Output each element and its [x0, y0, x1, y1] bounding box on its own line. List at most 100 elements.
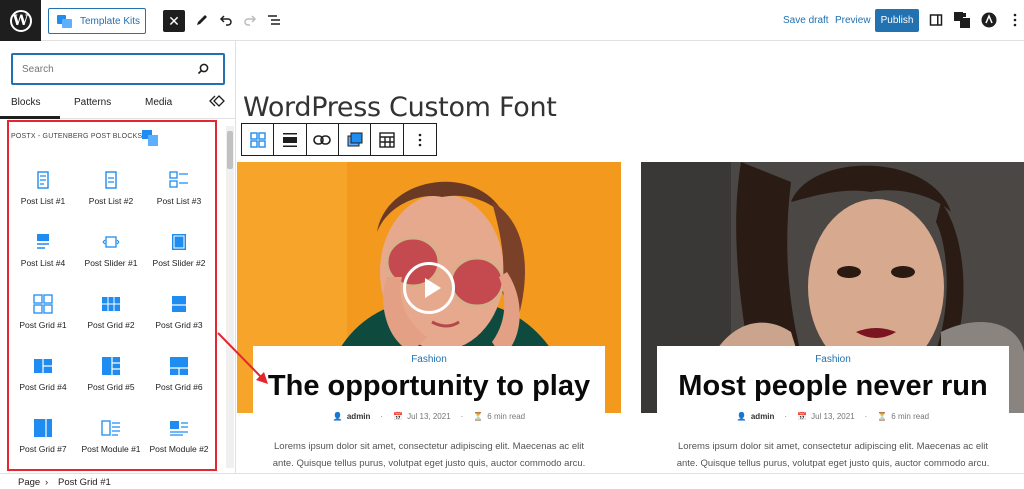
- table-icon: [379, 131, 395, 148]
- sidebar-toggle-icon: [929, 14, 943, 26]
- post-grid-icon: [249, 131, 266, 148]
- post-card-title[interactable]: The opportunity to play: [253, 370, 605, 403]
- post-author[interactable]: admin: [751, 412, 775, 421]
- block-item[interactable]: Post List #1: [9, 162, 77, 218]
- block-item-label: Post Grid #5: [87, 382, 135, 392]
- block-item[interactable]: Post Module #1: [77, 410, 145, 466]
- post-excerpt: Lorems ipsum dolor sit amet, consectetur…: [237, 438, 621, 472]
- block-item[interactable]: Post Grid #3: [145, 286, 213, 342]
- block-item[interactable]: Post List #4: [9, 224, 77, 280]
- block-item-label: Post Slider #2: [152, 258, 206, 268]
- publish-button[interactable]: Publish: [875, 9, 919, 32]
- post-category[interactable]: Fashion: [253, 354, 605, 365]
- block-item-label: Post Grid #4: [19, 382, 67, 392]
- block-item-label: Post List #2: [88, 196, 134, 206]
- post-card-info: Fashion Most people never run 👤 admin · 📅…: [657, 346, 1009, 421]
- block-item[interactable]: Post List #3: [145, 162, 213, 218]
- table-layout-button[interactable]: [371, 124, 404, 155]
- post-date: Jul 13, 2021: [811, 412, 855, 421]
- template-kits-button[interactable]: Template Kits: [48, 8, 146, 34]
- save-draft-button[interactable]: Save draft: [783, 15, 829, 26]
- document-overview-button[interactable]: [265, 11, 283, 29]
- block-item[interactable]: Post Grid #2: [77, 286, 145, 342]
- excerpt-line: ante. Quisque tellus purus, volutpat ege…: [272, 458, 586, 469]
- block-options-button[interactable]: [404, 124, 436, 155]
- block-item[interactable]: Post Grid #4: [9, 348, 77, 404]
- block-item[interactable]: Post Slider #1: [77, 224, 145, 280]
- reusable-blocks-tab[interactable]: [209, 95, 225, 110]
- options-menu-button[interactable]: [1006, 11, 1024, 29]
- post-card-title[interactable]: Most people never run: [657, 370, 1009, 403]
- close-inserter-button[interactable]: ✕: [163, 10, 185, 32]
- calendar-icon: 📅: [797, 412, 808, 421]
- author-icon: 👤: [332, 412, 343, 421]
- block-item[interactable]: Post Grid #1: [9, 286, 77, 342]
- post-list-1-icon: [37, 171, 49, 189]
- block-item[interactable]: Post Module #2: [145, 410, 213, 466]
- edit-tools-button[interactable]: [193, 11, 211, 29]
- author-icon: 👤: [736, 412, 747, 421]
- block-type-button[interactable]: [242, 124, 275, 155]
- video-play-icon[interactable]: [403, 262, 455, 314]
- category-title: POSTX - GUTENBERG POST BLOCKS: [11, 133, 143, 140]
- read-time-icon: ⏳: [877, 412, 888, 421]
- breadcrumb: Page › Post Grid #1: [0, 473, 1024, 489]
- postx-category-icon: [142, 130, 158, 146]
- post-meta: 👤 admin · 📅 Jul 13, 2021 · ⏳ 6 min read: [332, 412, 526, 421]
- template-kits-icon: [57, 14, 72, 28]
- block-item[interactable]: Post Grid #6: [145, 348, 213, 404]
- pencil-icon: [197, 15, 207, 25]
- block-item[interactable]: Post Grid #5: [77, 348, 145, 404]
- post-slider-2-icon: [172, 234, 186, 250]
- undo-icon: [219, 15, 232, 26]
- more-vertical-icon: [418, 133, 422, 146]
- post-category[interactable]: Fashion: [657, 354, 1009, 365]
- link-button[interactable]: [307, 124, 340, 155]
- astra-plugin-button[interactable]: [980, 11, 998, 29]
- post-read-time: 6 min read: [891, 412, 930, 421]
- redo-button[interactable]: [241, 11, 259, 29]
- layout-blue-icon: [347, 132, 363, 146]
- undo-button[interactable]: [217, 11, 235, 29]
- post-grid-4-icon: [34, 359, 52, 373]
- block-item[interactable]: Post Slider #2: [145, 224, 213, 280]
- active-tab-indicator: [0, 116, 60, 119]
- tab-blocks[interactable]: Blocks: [11, 97, 40, 108]
- block-item-label: Post Grid #6: [155, 382, 203, 392]
- block-item-label: Post List #4: [20, 258, 66, 268]
- post-meta: 👤 admin · 📅 Jul 13, 2021 · ⏳ 6 min read: [736, 412, 930, 421]
- template-kits-label: Template Kits: [80, 15, 141, 27]
- block-item-label: Post List #1: [20, 196, 66, 206]
- preview-button[interactable]: Preview: [835, 15, 871, 26]
- align-button[interactable]: [274, 124, 307, 155]
- post-excerpt: Lorems ipsum dolor sit amet, consectetur…: [641, 438, 1024, 472]
- post-grid-1-icon: [33, 294, 53, 314]
- scrollbar-thumb[interactable]: [227, 131, 233, 169]
- tab-media[interactable]: Media: [145, 97, 172, 108]
- tab-patterns[interactable]: Patterns: [74, 97, 111, 108]
- layout-button[interactable]: [339, 124, 372, 155]
- post-author[interactable]: admin: [347, 412, 371, 421]
- post-grid-3-icon: [172, 296, 186, 312]
- close-icon: ✕: [168, 12, 180, 29]
- reusable-diamond-icon: [209, 95, 225, 107]
- align-wide-icon: [283, 132, 298, 147]
- block-item[interactable]: Post List #2: [77, 162, 145, 218]
- post-title[interactable]: WordPress Custom Font: [243, 92, 557, 123]
- breadcrumb-separator-icon: ›: [45, 477, 49, 488]
- inserter-scrollbar[interactable]: [226, 126, 234, 468]
- block-item-label: Post Grid #2: [87, 320, 135, 330]
- postx-logo-icon: [954, 12, 970, 28]
- block-inserter-panel: Search Blocks Patterns Media POSTX - GUT…: [0, 41, 236, 473]
- block-search-input[interactable]: Search: [11, 53, 225, 85]
- settings-sidebar-button[interactable]: [927, 11, 945, 29]
- post-grid-7-icon: [34, 419, 52, 437]
- postx-plugin-button[interactable]: [953, 11, 971, 29]
- wordpress-logo-icon: W: [9, 9, 32, 32]
- block-item[interactable]: Post Grid #7: [9, 410, 77, 466]
- breadcrumb-page[interactable]: Page: [18, 477, 40, 488]
- post-module-2-icon: [170, 421, 188, 436]
- post-list-4-icon: [37, 234, 49, 249]
- wordpress-logo-button[interactable]: W: [0, 0, 41, 41]
- breadcrumb-post-grid[interactable]: Post Grid #1: [58, 477, 111, 488]
